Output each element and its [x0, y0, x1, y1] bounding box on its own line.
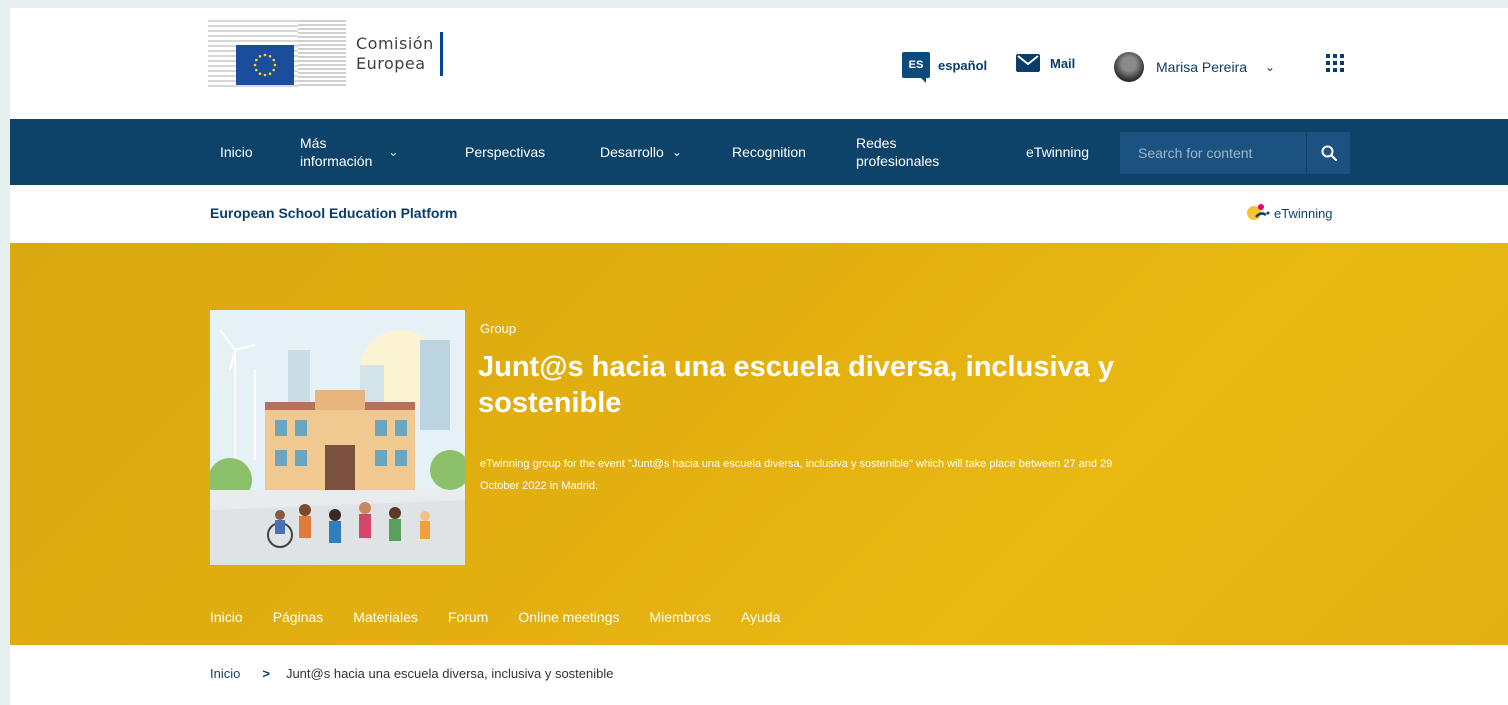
- apps-grid-icon[interactable]: [1326, 54, 1344, 72]
- logo-line-1: Comisión: [356, 34, 434, 53]
- tab-materiales[interactable]: Materiales: [353, 609, 418, 635]
- user-name: Marisa Pereira: [1156, 59, 1248, 75]
- tab-online-meetings[interactable]: Online meetings: [518, 609, 619, 635]
- avatar: [1114, 52, 1144, 82]
- nav-item-recognition[interactable]: Recognition: [732, 119, 806, 185]
- chevron-down-icon: ⌄: [1265, 60, 1276, 74]
- site-header: Comisión Europea ES español Mail Marisa …: [10, 8, 1508, 119]
- user-menu[interactable]: Marisa Pereira ⌄: [1114, 52, 1275, 82]
- etwinning-logo[interactable]: eTwinning: [1246, 201, 1333, 225]
- platform-title[interactable]: European School Education Platform: [210, 205, 457, 221]
- nav-item-label: Desarrollo: [600, 144, 664, 160]
- tab-ayuda[interactable]: Ayuda: [741, 609, 780, 635]
- nav-item-label-line-2: profesionales: [856, 153, 940, 169]
- breadcrumb-separator: >: [262, 666, 270, 681]
- search-input[interactable]: [1120, 132, 1306, 174]
- chevron-down-icon: ⌄: [388, 145, 399, 159]
- european-commission-logo[interactable]: Comisión Europea: [208, 20, 443, 88]
- language-label: español: [938, 57, 988, 73]
- nav-item-label-line-2: información: [300, 153, 373, 169]
- language-selector[interactable]: ES español: [902, 52, 988, 83]
- group-tabs: Inicio Páginas Materiales Forum Online m…: [210, 609, 810, 649]
- group-hero: Group Junt@s hacia una escuela diversa, …: [10, 243, 1508, 649]
- logo-line-2: Europea: [356, 54, 426, 73]
- breadcrumb-home[interactable]: Inicio: [210, 666, 240, 681]
- nav-item-label-line-1: Redes: [856, 135, 897, 151]
- tab-forum[interactable]: Forum: [448, 609, 488, 635]
- nav-item-label: Recognition: [732, 144, 806, 160]
- tab-inicio[interactable]: Inicio: [210, 609, 248, 649]
- chevron-down-icon: ⌄: [671, 145, 682, 159]
- nav-item-perspectivas[interactable]: Perspectivas: [465, 119, 545, 185]
- search-button[interactable]: [1306, 132, 1350, 174]
- nav-item-mas-informacion[interactable]: Más información ⌄: [300, 119, 398, 185]
- group-cover-image: [210, 310, 465, 565]
- eu-flag-icon: [208, 20, 298, 88]
- logo-text: Comisión Europea: [356, 34, 434, 74]
- language-code-badge: ES: [902, 52, 930, 83]
- group-kicker: Group: [480, 321, 517, 336]
- search-box: [1120, 132, 1350, 174]
- search-icon: [1321, 145, 1337, 161]
- berlaymont-graphic: [296, 20, 346, 88]
- tab-paginas[interactable]: Páginas: [273, 609, 324, 635]
- nav-item-label: Perspectivas: [465, 144, 546, 160]
- etwinning-logo-icon: [1247, 204, 1270, 220]
- group-description: eTwinning group for the event "Junt@s ha…: [480, 458, 1113, 492]
- main-nav: Inicio Más información ⌄ Perspectivas De…: [10, 119, 1508, 185]
- logo-divider: [439, 32, 443, 76]
- page: Comisión Europea ES español Mail Marisa …: [10, 8, 1508, 705]
- nav-item-label: Redes profesionales: [856, 134, 939, 170]
- mail-link[interactable]: Mail: [1016, 54, 1075, 72]
- nav-item-desarrollo[interactable]: Desarrollo ⌄: [600, 119, 682, 185]
- nav-item-label: Inicio: [220, 144, 253, 160]
- breadcrumb: Inicio > Junt@s hacia una escuela divers…: [210, 666, 614, 681]
- nav-item-etwinning[interactable]: eTwinning: [1026, 119, 1089, 185]
- nav-item-redes-profesionales[interactable]: Redes profesionales: [856, 119, 939, 185]
- nav-item-label: Más información: [300, 134, 372, 170]
- tab-miembros[interactable]: Miembros: [650, 609, 711, 635]
- mail-icon: [1016, 54, 1040, 72]
- nav-item-label: eTwinning: [1026, 144, 1090, 160]
- breadcrumb-current: Junt@s hacia una escuela diversa, inclus…: [285, 666, 614, 681]
- group-title: Junt@s hacia una escuela diversa, inclus…: [478, 351, 1114, 419]
- mail-label: Mail: [1050, 55, 1076, 71]
- platform-bar: European School Education Platform eTwin…: [10, 185, 1508, 243]
- nav-item-inicio[interactable]: Inicio: [220, 119, 253, 185]
- etwinning-logo-text: eTwinning: [1274, 205, 1333, 221]
- nav-item-label-line-1: Más: [300, 135, 327, 151]
